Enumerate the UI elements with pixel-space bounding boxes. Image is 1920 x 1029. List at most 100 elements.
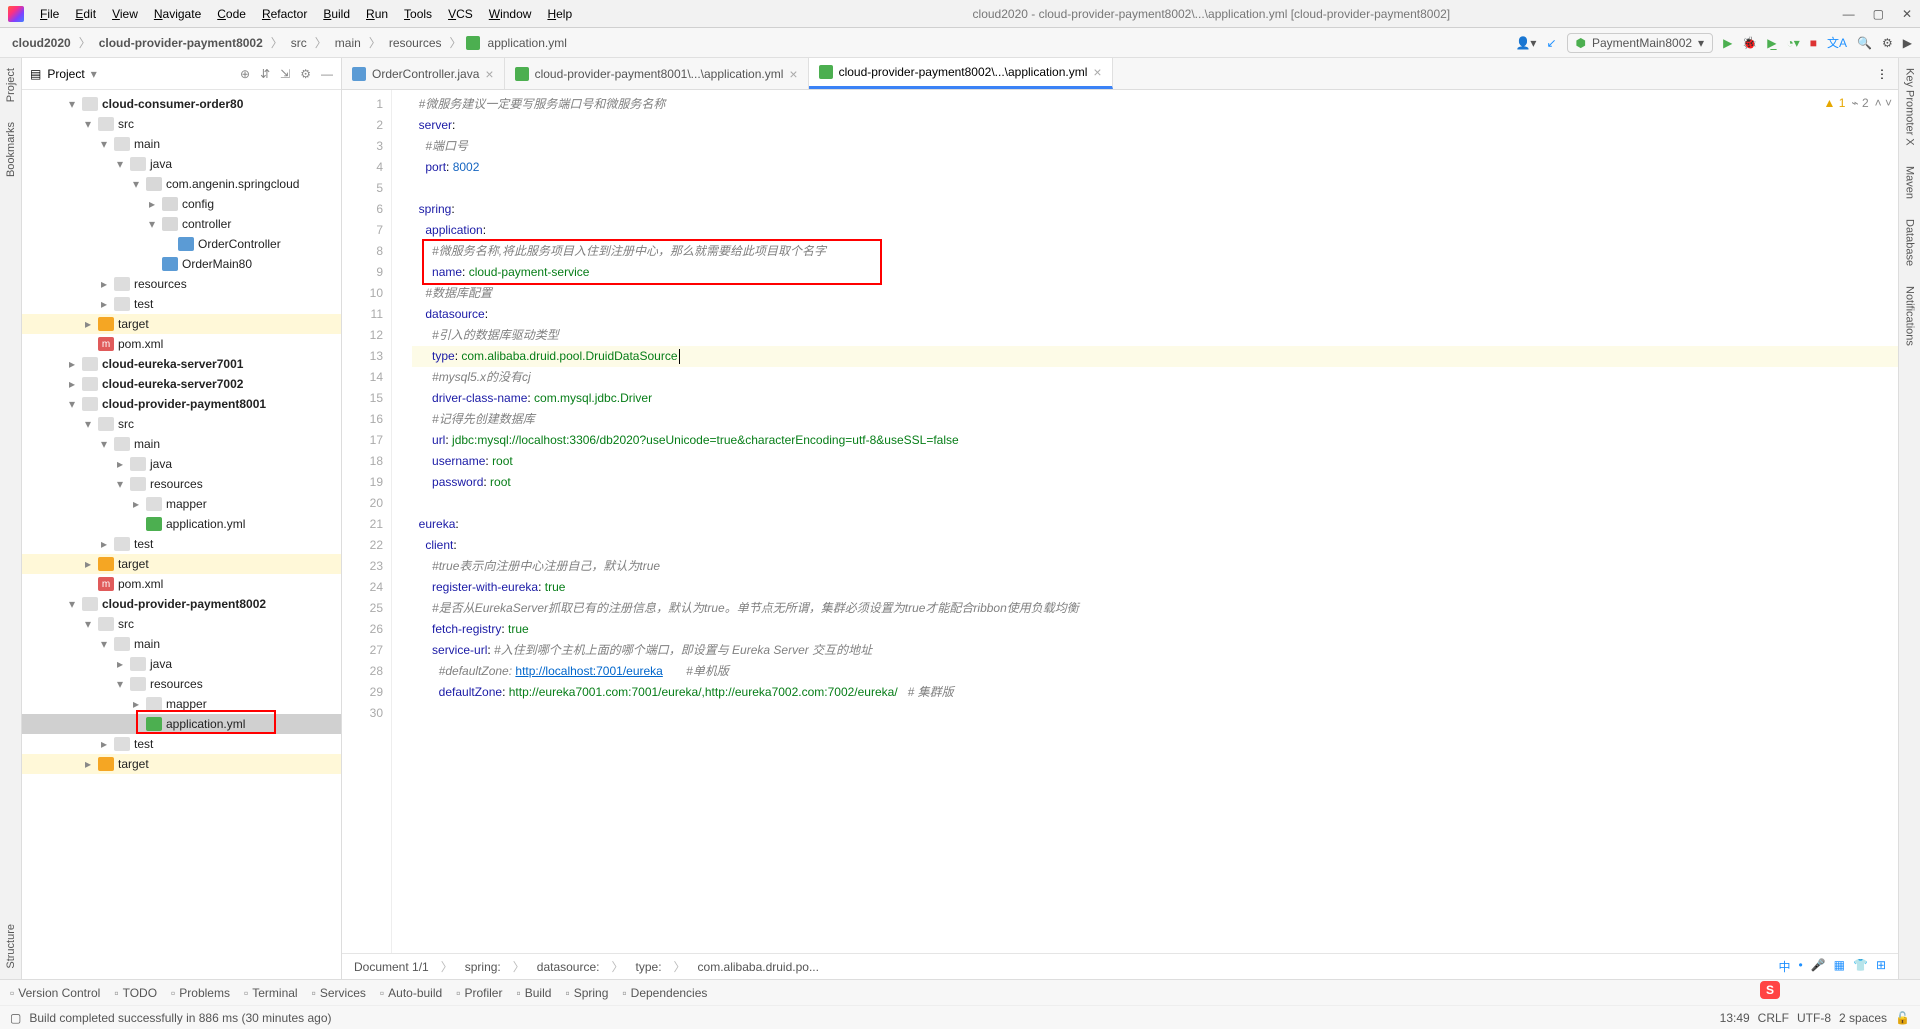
structure-tool-button[interactable]: Structure bbox=[5, 924, 17, 969]
code-line[interactable]: datasource: bbox=[412, 304, 1898, 325]
vcs-icon[interactable]: 文А bbox=[1827, 34, 1847, 51]
code-line[interactable]: #微服务名称,将此服务项目入住到注册中心，那么就需要给此项目取个名字 bbox=[412, 241, 1898, 262]
tree-twistie[interactable]: ▸ bbox=[130, 697, 142, 711]
stop-button[interactable]: ■ bbox=[1810, 36, 1817, 50]
tree-item-src[interactable]: ▾src bbox=[22, 614, 341, 634]
tree-item-pom-xml[interactable]: mpom.xml bbox=[22, 334, 341, 354]
select-opened-file-icon[interactable]: ⊕ bbox=[240, 67, 250, 81]
tree-item-cloud-eureka-server7001[interactable]: ▸cloud-eureka-server7001 bbox=[22, 354, 341, 374]
debug-button[interactable]: 🐞 bbox=[1742, 36, 1757, 50]
profile-button[interactable]: ◔▾ bbox=[1787, 36, 1800, 50]
tree-twistie[interactable]: ▸ bbox=[82, 757, 94, 771]
close-tab-icon[interactable]: × bbox=[789, 66, 797, 82]
tree-item-resources[interactable]: ▾resources bbox=[22, 474, 341, 494]
tray-icon[interactable]: 🎤 bbox=[1811, 958, 1826, 975]
tree-twistie[interactable]: ▸ bbox=[82, 317, 94, 331]
tree-twistie[interactable]: ▾ bbox=[82, 417, 94, 431]
indent-info[interactable]: 2 spaces bbox=[1839, 1011, 1887, 1025]
tree-item-test[interactable]: ▸test bbox=[22, 294, 341, 314]
caret-position[interactable]: 13:49 bbox=[1720, 1011, 1750, 1025]
breadcrumb-segment[interactable]: application.yml bbox=[484, 36, 571, 50]
breadcrumb-segment[interactable]: main bbox=[331, 36, 365, 50]
coverage-button[interactable]: ▶̲ bbox=[1767, 36, 1776, 50]
tree-twistie[interactable]: ▸ bbox=[130, 497, 142, 511]
breadcrumb-segment[interactable]: cloud-provider-payment8002 bbox=[95, 36, 267, 50]
menu-help[interactable]: Help bbox=[539, 3, 580, 25]
database-tool-button[interactable]: Database bbox=[1904, 219, 1916, 266]
code-line[interactable]: defaultZone: http://eureka7001.com:7001/… bbox=[412, 682, 1898, 703]
tree-item-application-yml[interactable]: application.yml bbox=[22, 514, 341, 534]
project-tree[interactable]: ▾cloud-consumer-order80▾src▾main▾java▾co… bbox=[22, 90, 341, 979]
tree-item-java[interactable]: ▾java bbox=[22, 154, 341, 174]
code-line[interactable]: #defaultZone: http://localhost:7001/eure… bbox=[412, 661, 1898, 682]
tree-item-main[interactable]: ▾main bbox=[22, 434, 341, 454]
key-promoter-tool-button[interactable]: Key Promoter X bbox=[1904, 68, 1916, 146]
code-line[interactable]: type: com.alibaba.druid.pool.DruidDataSo… bbox=[412, 346, 1898, 367]
menu-file[interactable]: File bbox=[32, 3, 67, 25]
maximize-button[interactable]: ▢ bbox=[1873, 7, 1884, 21]
search-icon[interactable]: 🔍 bbox=[1857, 36, 1872, 50]
read-only-toggle[interactable]: 🔓 bbox=[1895, 1011, 1910, 1025]
expand-inspections-icon[interactable]: ˄ ˅ bbox=[1875, 96, 1892, 110]
code-line[interactable]: register-with-eureka: true bbox=[412, 577, 1898, 598]
tool-window-dependencies[interactable]: ▫Dependencies bbox=[622, 986, 707, 1000]
code-line[interactable]: #是否从EurekaServer抓取已有的注册信息，默认为true。单节点无所谓… bbox=[412, 598, 1898, 619]
editor-crumb-segment[interactable]: datasource: bbox=[537, 960, 600, 974]
tree-item-com-angenin-springcloud[interactable]: ▾com.angenin.springcloud bbox=[22, 174, 341, 194]
tree-twistie[interactable]: ▸ bbox=[114, 457, 126, 471]
tree-twistie[interactable]: ▸ bbox=[82, 557, 94, 571]
tree-item-src[interactable]: ▾src bbox=[22, 114, 341, 134]
menu-vcs[interactable]: VCS bbox=[440, 3, 481, 25]
code-line[interactable]: url: jdbc:mysql://localhost:3306/db2020?… bbox=[412, 430, 1898, 451]
maven-tool-button[interactable]: Maven bbox=[1904, 166, 1916, 199]
tree-item-src[interactable]: ▾src bbox=[22, 414, 341, 434]
tool-window-auto-build[interactable]: ▫Auto-build bbox=[380, 986, 442, 1000]
tree-twistie[interactable]: ▾ bbox=[66, 597, 78, 611]
tree-twistie[interactable]: ▸ bbox=[114, 657, 126, 671]
menu-navigate[interactable]: Navigate bbox=[146, 3, 209, 25]
tree-twistie[interactable]: ▾ bbox=[82, 117, 94, 131]
tree-item-ordercontroller[interactable]: OrderController bbox=[22, 234, 341, 254]
tray-icon[interactable]: ⊞ bbox=[1876, 958, 1886, 975]
tree-item-java[interactable]: ▸java bbox=[22, 454, 341, 474]
tree-twistie[interactable]: ▾ bbox=[82, 617, 94, 631]
tree-item-main[interactable]: ▾main bbox=[22, 134, 341, 154]
code-line[interactable]: username: root bbox=[412, 451, 1898, 472]
tool-window-todo[interactable]: ▫TODO bbox=[114, 986, 157, 1000]
tree-item-pom-xml[interactable]: mpom.xml bbox=[22, 574, 341, 594]
line-separator[interactable]: CRLF bbox=[1758, 1011, 1789, 1025]
tool-window-terminal[interactable]: ▫Terminal bbox=[244, 986, 298, 1000]
tree-item-target[interactable]: ▸target bbox=[22, 314, 341, 334]
tree-twistie[interactable]: ▸ bbox=[98, 297, 110, 311]
tool-window-profiler[interactable]: ▫Profiler bbox=[456, 986, 502, 1000]
hide-icon[interactable]: — bbox=[321, 67, 333, 81]
tree-twistie[interactable]: ▾ bbox=[98, 437, 110, 451]
tree-twistie[interactable]: ▾ bbox=[98, 637, 110, 651]
code-line[interactable]: driver-class-name: com.mysql.jdbc.Driver bbox=[412, 388, 1898, 409]
tree-item-controller[interactable]: ▾controller bbox=[22, 214, 341, 234]
code-line[interactable] bbox=[412, 703, 1898, 724]
editor-crumb-segment[interactable]: spring: bbox=[465, 960, 501, 974]
code-line[interactable]: fetch-registry: true bbox=[412, 619, 1898, 640]
tree-twistie[interactable]: ▾ bbox=[98, 137, 110, 151]
expand-all-icon[interactable]: ⇵ bbox=[260, 67, 270, 81]
back-arrow-icon[interactable]: ↙ bbox=[1546, 36, 1556, 50]
collapse-all-icon[interactable]: ⇲ bbox=[280, 67, 290, 81]
tree-item-mapper[interactable]: ▸mapper bbox=[22, 694, 341, 714]
editor-tab[interactable]: cloud-provider-payment8002\...\applicati… bbox=[809, 58, 1113, 89]
editor-tab[interactable]: OrderController.java× bbox=[342, 58, 505, 89]
code-line[interactable]: #true表示向注册中心注册自己，默认为true bbox=[412, 556, 1898, 577]
tree-twistie[interactable]: ▾ bbox=[66, 397, 78, 411]
tree-twistie[interactable]: ▾ bbox=[66, 97, 78, 111]
tree-twistie[interactable]: ▸ bbox=[98, 537, 110, 551]
bookmarks-tool-button[interactable]: Bookmarks bbox=[5, 122, 17, 177]
tree-item-target[interactable]: ▸target bbox=[22, 554, 341, 574]
code-editor[interactable]: ▲ 1 ⌁ 2 ˄ ˅ #微服务建议一定要写服务端口号和微服务名称 server… bbox=[392, 90, 1898, 953]
code-line[interactable]: eureka: bbox=[412, 514, 1898, 535]
code-line[interactable]: #记得先创建数据库 bbox=[412, 409, 1898, 430]
code-line[interactable]: password: root bbox=[412, 472, 1898, 493]
close-button[interactable]: ✕ bbox=[1902, 7, 1912, 21]
code-line[interactable]: server: bbox=[412, 115, 1898, 136]
tree-twistie[interactable]: ▾ bbox=[130, 177, 142, 191]
file-encoding[interactable]: UTF-8 bbox=[1797, 1011, 1831, 1025]
